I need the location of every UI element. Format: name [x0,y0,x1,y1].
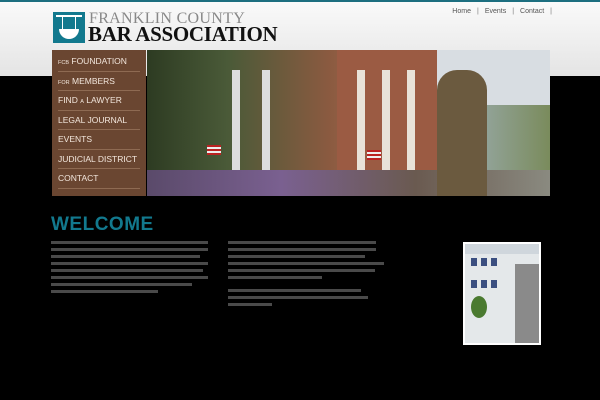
menu-item-fcb-foundation[interactable]: FCB FOUNDATION [58,52,140,72]
menu-item-for-members[interactable]: FOR MEMBERS [58,72,140,91]
welcome-text-column-2 [228,241,384,310]
menu-prefix: FCB [58,60,69,66]
nav-contact-link[interactable]: Contact [520,8,544,15]
main-menu: FCB FOUNDATION FOR MEMBERS FIND A LAWYER… [52,50,146,196]
menu-label: MEMBERS [72,75,115,86]
hero-town-photo [147,50,550,196]
top-nav: Home | Events | Contact | [452,8,552,15]
courthouse-building-photo [463,242,541,345]
nav-events-link[interactable]: Events [485,8,506,15]
menu-item-find-a-lawyer[interactable]: FIND A LAWYER [58,91,140,111]
menu-item-judicial-district[interactable]: JUDICIAL DISTRICT [58,150,140,169]
menu-label: FOUNDATION [71,56,127,66]
menu-label: FIND [58,95,78,105]
menu-item-contact[interactable]: CONTACT [58,169,140,189]
nav-separator: | [550,8,552,15]
menu-label-small: A [80,99,84,105]
menu-prefix: FOR [58,79,70,86]
logo-text-line2[interactable]: BAR ASSOCIATION [88,22,278,47]
scales-of-justice-logo-icon[interactable] [53,12,85,43]
welcome-heading: WELCOME [51,214,154,235]
nav-separator: | [512,8,515,15]
menu-label: LAWYER [86,95,122,105]
menu-item-legal-journal[interactable]: LEGAL JOURNAL [58,111,140,130]
menu-item-events[interactable]: EVENTS [58,130,140,150]
welcome-text-column-1 [51,241,208,297]
nav-separator: | [476,8,479,15]
nav-home-link[interactable]: Home [452,8,471,15]
